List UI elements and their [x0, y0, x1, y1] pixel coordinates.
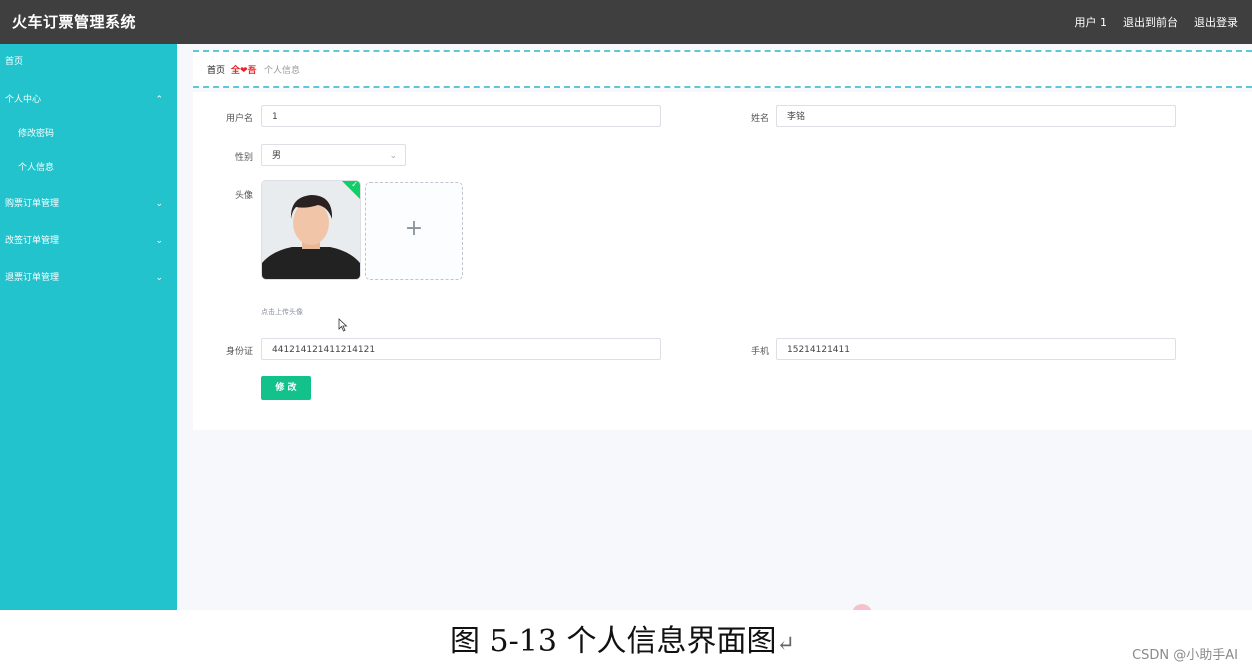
id-card-label: 身份证 [225, 347, 253, 357]
chevron-down-icon: ⌄ [155, 273, 163, 283]
mouse-cursor-icon [338, 318, 348, 332]
chevron-down-icon: ⌄ [389, 151, 397, 161]
sidebar-item-label: 购票订单管理 [5, 199, 60, 209]
figure-caption-area: 图 5-13 个人信息界面图↵ CSDN @小助手AI [0, 610, 1252, 671]
user-label[interactable]: 用户 1 [1075, 14, 1108, 30]
username-label: 用户名 [225, 114, 253, 124]
sidebar-item-label: 修改密码 [18, 129, 55, 139]
breadcrumb-separator: 全❤吾 [231, 66, 257, 76]
logout-link[interactable]: 退出登录 [1194, 14, 1238, 30]
username-input[interactable]: 1 [261, 105, 661, 127]
sidebar-item-personal-center[interactable]: 个人中心 ⌃ [0, 89, 177, 111]
exit-to-front-link[interactable]: 退出到前台 [1123, 14, 1178, 30]
id-card-input[interactable]: 441214121411214121 [261, 338, 661, 360]
name-input[interactable]: 李铭 [776, 105, 1176, 127]
app-title: 火车订票管理系统 [12, 13, 137, 31]
chevron-down-icon: ⌄ [155, 236, 163, 246]
gender-value: 男 [272, 151, 282, 161]
watermark: CSDN @小助手AI [1132, 648, 1238, 663]
sidebar-item-refund-orders[interactable]: 退票订单管理 ⌄ [0, 267, 177, 289]
return-mark-icon: ↵ [776, 632, 795, 657]
chevron-down-icon: ⌄ [155, 199, 163, 209]
sidebar-item-label: 个人中心 [5, 95, 42, 105]
breadcrumb: 首页 全❤吾 个人信息 [193, 50, 1252, 88]
upload-hint: 点击上传头像 [261, 308, 303, 316]
figure-caption: 图 5-13 个人信息界面图↵ [450, 616, 795, 660]
sidebar-item-ticket-orders[interactable]: 购票订单管理 ⌄ [0, 193, 177, 215]
top-links: 用户 1 退出到前台 退出登录 [1075, 0, 1239, 44]
avatar-image[interactable]: ✓ [261, 180, 361, 280]
sidebar-item-change-orders[interactable]: 改签订单管理 ⌄ [0, 230, 177, 252]
submit-button[interactable]: 修 改 [261, 376, 311, 400]
sidebar-item-home[interactable]: 首页 [0, 51, 177, 73]
sidebar-item-label: 退票订单管理 [5, 273, 60, 283]
figure-caption-text: 图 5-13 个人信息界面图 [450, 624, 777, 659]
sidebar-item-label: 个人信息 [18, 163, 55, 173]
sidebar: 首页 个人中心 ⌃ 修改密码 个人信息 购票订单管理 ⌄ 改签订单管理 ⌄ 退票… [0, 44, 177, 610]
breadcrumb-current: 个人信息 [264, 66, 301, 76]
sidebar-item-label: 改签订单管理 [5, 236, 60, 246]
top-bar: 火车订票管理系统 用户 1 退出到前台 退出登录 [0, 0, 1252, 44]
phone-input[interactable]: 15214121411 [776, 338, 1176, 360]
check-icon: ✓ [351, 180, 358, 189]
personal-info-form: 用户名 1 姓名 李铭 性别 男 ⌄ 头像 ✓ + 点击上传头像 身份证 441… [193, 92, 1252, 430]
sidebar-item-label: 首页 [5, 57, 24, 67]
breadcrumb-home[interactable]: 首页 [207, 63, 225, 76]
chevron-up-icon: ⌃ [155, 95, 163, 105]
phone-label: 手机 [750, 347, 769, 357]
upload-avatar-button[interactable]: + [365, 182, 463, 280]
sidebar-item-personal-info[interactable]: 个人信息 [0, 157, 177, 179]
gender-select[interactable]: 男 ⌄ [261, 144, 406, 166]
avatar-label: 头像 [234, 191, 253, 201]
gender-label: 性别 [234, 153, 253, 163]
sidebar-item-change-password[interactable]: 修改密码 [0, 123, 177, 145]
name-label: 姓名 [750, 114, 769, 124]
plus-icon: + [404, 216, 424, 241]
